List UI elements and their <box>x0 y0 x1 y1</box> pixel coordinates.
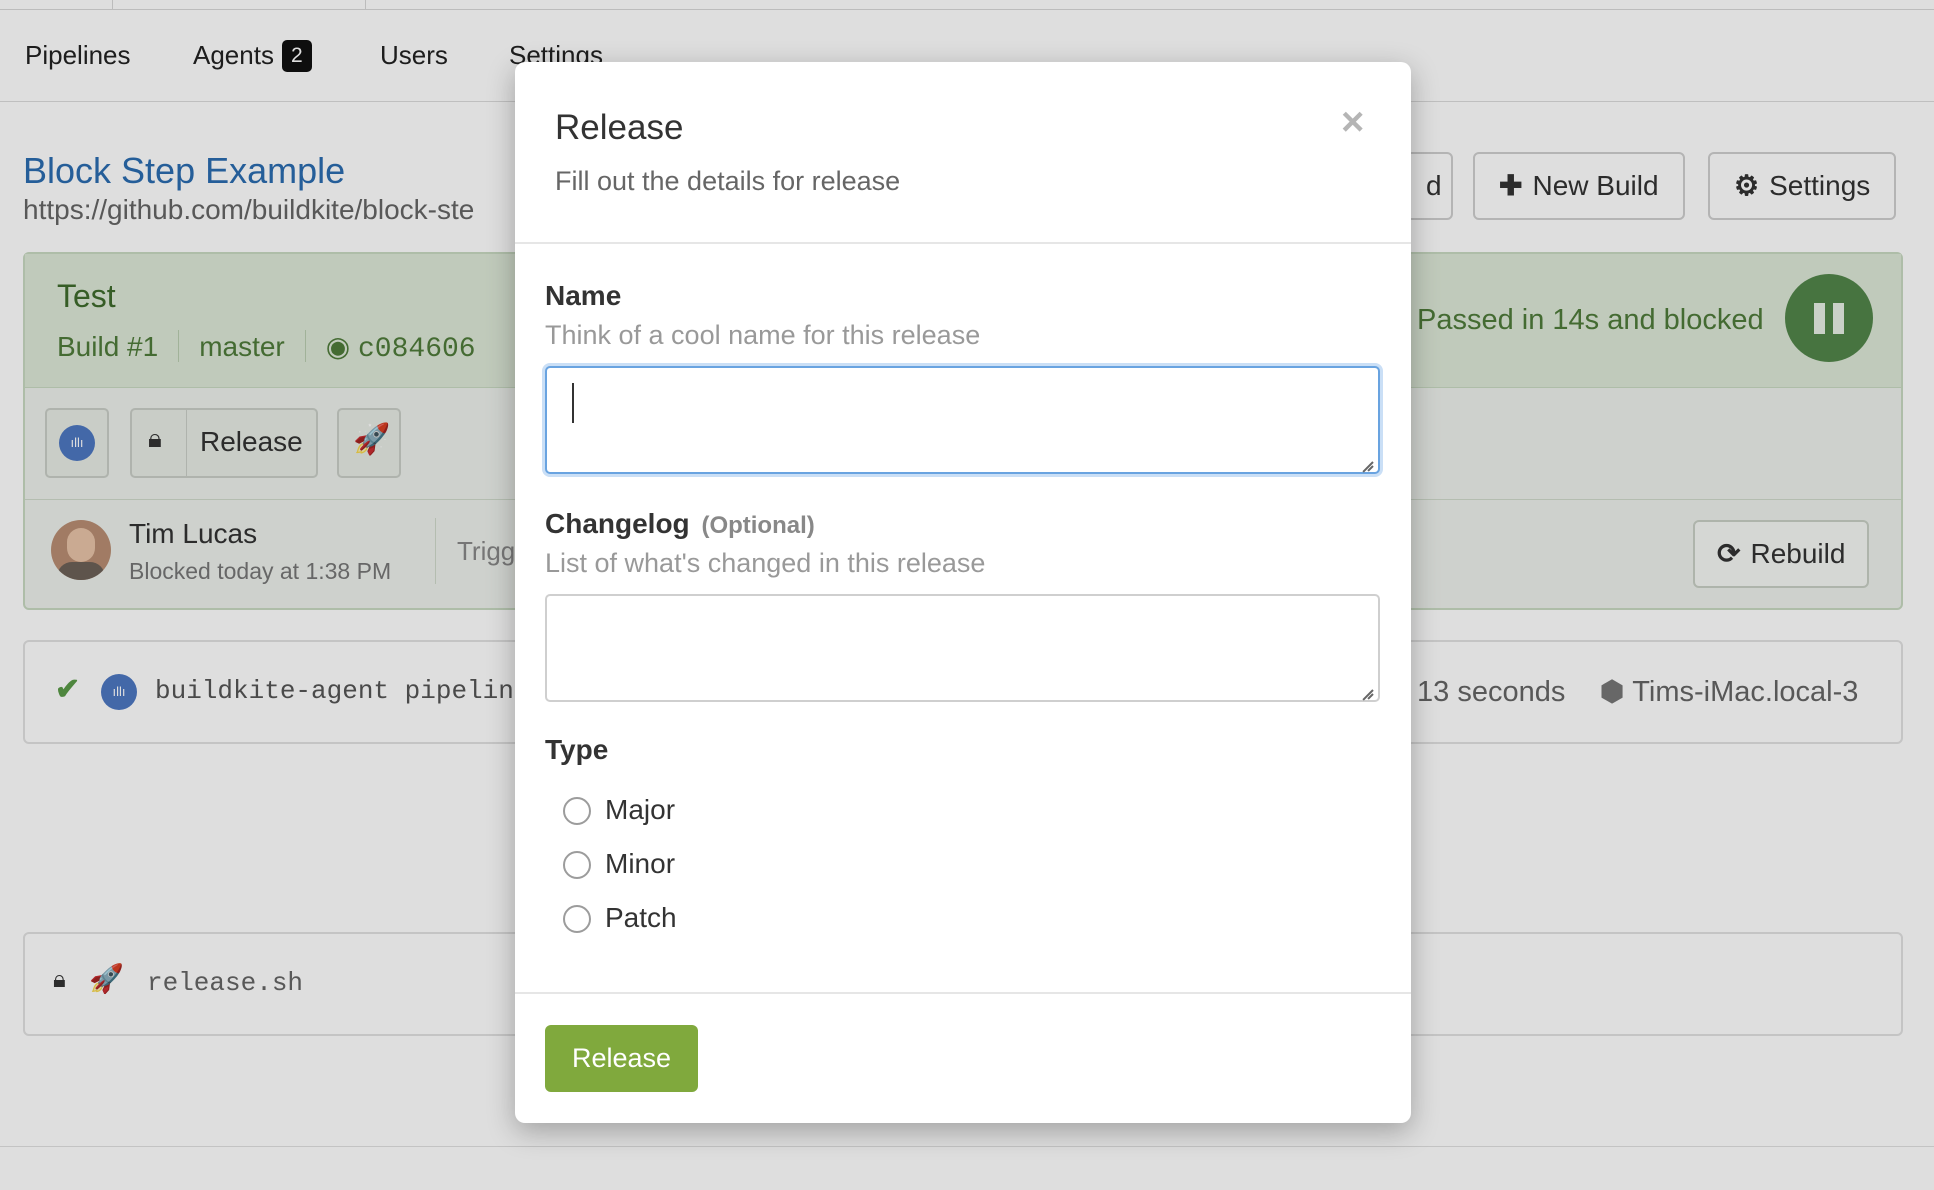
changelog-label-text: Changelog <box>545 508 690 539</box>
radio-patch[interactable] <box>563 905 591 933</box>
changelog-field-hint: List of what's changed in this release <box>545 548 986 578</box>
modal-footer-divider <box>515 992 1411 994</box>
radio-patch-label[interactable]: Patch <box>605 902 677 934</box>
type-field-label: Type <box>545 734 609 765</box>
modal-subtitle: Fill out the details for release <box>555 166 901 196</box>
name-field-label: Name <box>545 280 622 311</box>
modal-header: Release Fill out the details for release… <box>515 62 1411 244</box>
release-modal: Release Fill out the details for release… <box>515 62 1411 1123</box>
radio-minor[interactable] <box>563 851 591 879</box>
radio-major[interactable] <box>563 797 591 825</box>
text-caret <box>572 383 574 423</box>
changelog-field-label: Changelog (Optional) <box>545 508 815 540</box>
release-submit-button[interactable]: Release <box>545 1025 698 1092</box>
modal-title: Release <box>555 108 684 147</box>
close-icon[interactable]: × <box>1341 102 1364 142</box>
radio-minor-label[interactable]: Minor <box>605 848 675 880</box>
name-field-hint: Think of a cool name for this release <box>545 320 981 350</box>
resize-grip-icon[interactable] <box>1361 683 1375 697</box>
radio-major-label[interactable]: Major <box>605 794 675 826</box>
name-input[interactable] <box>545 366 1380 474</box>
resize-grip-icon[interactable] <box>1361 455 1375 469</box>
optional-tag: (Optional) <box>701 512 815 539</box>
changelog-input[interactable] <box>545 594 1380 702</box>
